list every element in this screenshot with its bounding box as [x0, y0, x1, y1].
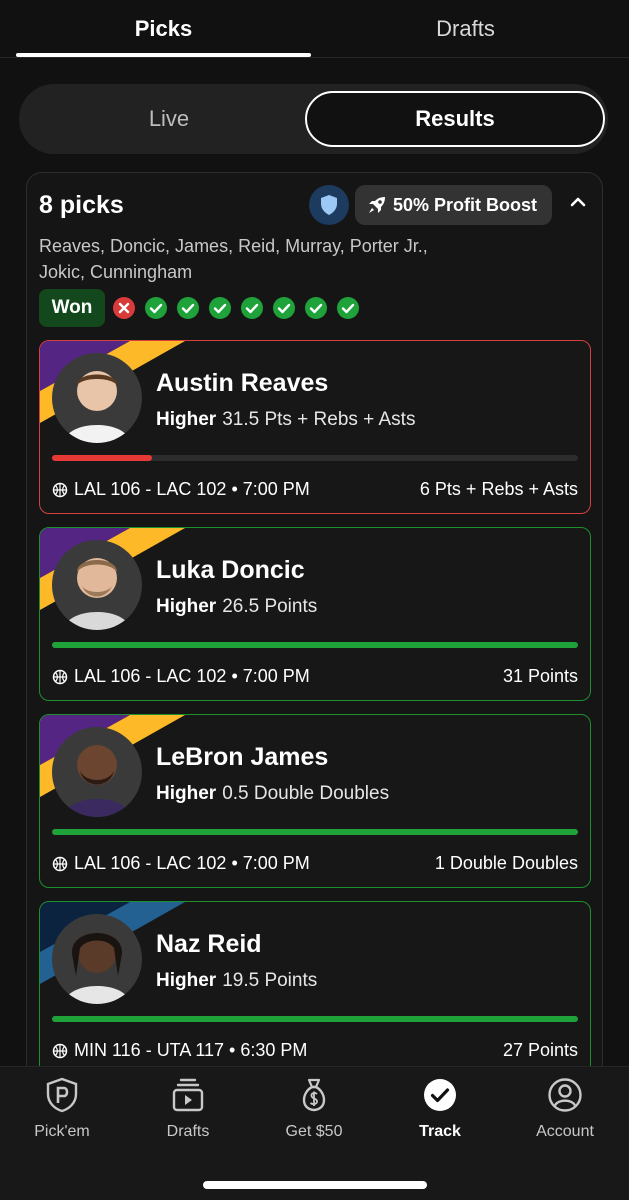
pick-stat-line: 0.5 Double Doubles — [222, 783, 390, 804]
nav-track[interactable]: Track — [390, 1077, 490, 1141]
progress-track — [52, 642, 578, 648]
active-tab-indicator — [16, 53, 311, 57]
player-name: LeBron James — [156, 743, 329, 771]
pick-card[interactable]: Austin Reaves Higher 31.5 Pts + Rebs + As… — [39, 340, 591, 514]
pick-direction: Higher — [156, 409, 217, 430]
nav-drafts[interactable]: Drafts — [138, 1077, 238, 1141]
pick-stat-line: 26.5 Points — [222, 596, 318, 617]
win-check-icon — [337, 297, 359, 319]
track-check-icon — [424, 1079, 456, 1111]
nav-get-50[interactable]: Get $50 — [264, 1077, 364, 1141]
basketball-icon — [52, 482, 68, 498]
pick-line: Higher 31.5 Pts + Rebs + Asts — [156, 409, 415, 431]
game-info: MIN 116 - UTA 117 • 6:30 PM — [74, 1040, 308, 1060]
home-indicator — [203, 1181, 427, 1189]
top-tabs: Picks Drafts — [0, 0, 629, 58]
win-check-icon — [305, 297, 327, 319]
player-avatar — [52, 914, 142, 1004]
tab-picks[interactable]: Picks — [16, 16, 311, 42]
boost-label: 50% Profit Boost — [393, 195, 538, 215]
segment-live[interactable]: Live — [19, 84, 319, 154]
entry-title: 8 picks — [39, 191, 124, 219]
shield-icon[interactable] — [309, 185, 349, 225]
nav-pickem[interactable]: Pick'em — [12, 1077, 112, 1141]
pick-stat-line: 19.5 Points — [222, 970, 318, 991]
pick-result: 27 Points — [502, 1040, 578, 1060]
player-name: Austin Reaves — [156, 369, 329, 397]
pick-card[interactable]: LeBron James Higher 0.5 Double Doubles LA… — [39, 714, 591, 888]
pick-result: 6 Pts + Rebs + Asts — [419, 479, 578, 499]
game-info: LAL 106 - LAC 102 • 7:00 PM — [74, 479, 310, 499]
progress-track — [52, 1016, 578, 1022]
pick-line: Higher 0.5 Double Doubles — [156, 783, 389, 805]
entry-card: 8 picks 50% Profit Boost Reaves, Doncic,… — [26, 172, 603, 1092]
win-check-icon — [241, 297, 263, 319]
profit-boost-badge[interactable]: 50% Profit Boost — [355, 185, 552, 225]
player-avatar — [52, 540, 142, 630]
progress-track — [52, 829, 578, 835]
progress-fill — [52, 642, 578, 648]
progress-fill — [52, 829, 578, 835]
nav-label: Get $50 — [285, 1123, 343, 1140]
basketball-icon — [52, 669, 68, 685]
pick-line: Higher 19.5 Points — [156, 970, 317, 992]
bottom-nav: Pick'em Drafts Get $50 Track Account — [0, 1066, 629, 1200]
win-check-icon — [177, 297, 199, 319]
pick-card[interactable]: Naz Reid Higher 19.5 Points MIN 116 - UTA… — [39, 901, 591, 1075]
pick-direction: Higher — [156, 596, 217, 617]
player-avatar — [52, 353, 142, 443]
chevron-up-icon[interactable] — [567, 191, 589, 213]
basketball-icon — [52, 856, 68, 872]
pick-line: Higher 26.5 Points — [156, 596, 317, 618]
nav-account[interactable]: Account — [515, 1077, 615, 1141]
pick-direction: Higher — [156, 783, 217, 804]
money-bag-icon — [302, 1078, 326, 1112]
tab-drafts[interactable]: Drafts — [318, 16, 613, 42]
player-names-summary: Reaves, Doncic, James, Reid, Murray, Por… — [39, 236, 428, 282]
progress-fill — [52, 1016, 578, 1022]
pick-result: 1 Double Doubles — [434, 853, 578, 873]
win-check-icon — [145, 297, 167, 319]
progress-track — [52, 455, 578, 461]
pick-stat-line: 31.5 Pts + Rebs + Asts — [222, 409, 416, 430]
basketball-icon — [52, 1043, 68, 1059]
player-name: Naz Reid — [156, 930, 262, 958]
player-name: Luka Doncic — [156, 556, 305, 584]
win-check-icon — [209, 297, 231, 319]
win-check-icon — [273, 297, 295, 319]
pick-card[interactable]: Luka Doncic Higher 26.5 Points LAL 106 - … — [39, 527, 591, 701]
nav-label: Drafts — [166, 1123, 210, 1140]
drafts-icon — [172, 1078, 204, 1112]
nav-label: Track — [419, 1123, 461, 1140]
nav-label: Account — [536, 1123, 594, 1140]
game-info: LAL 106 - LAC 102 • 7:00 PM — [74, 666, 310, 686]
pickem-icon — [46, 1077, 78, 1113]
loss-icon — [113, 297, 135, 319]
pick-direction: Higher — [156, 970, 217, 991]
status-badge: Won — [39, 289, 105, 327]
pick-result: 31 Points — [502, 666, 578, 686]
nav-label: Pick'em — [34, 1123, 90, 1140]
progress-fill — [52, 455, 152, 461]
player-avatar — [52, 727, 142, 817]
live-results-toggle: Live Results — [19, 84, 608, 154]
account-icon — [548, 1078, 582, 1112]
segment-results[interactable]: Results — [305, 91, 605, 147]
game-info: LAL 106 - LAC 102 • 7:00 PM — [74, 853, 310, 873]
rocket-icon — [369, 197, 385, 213]
